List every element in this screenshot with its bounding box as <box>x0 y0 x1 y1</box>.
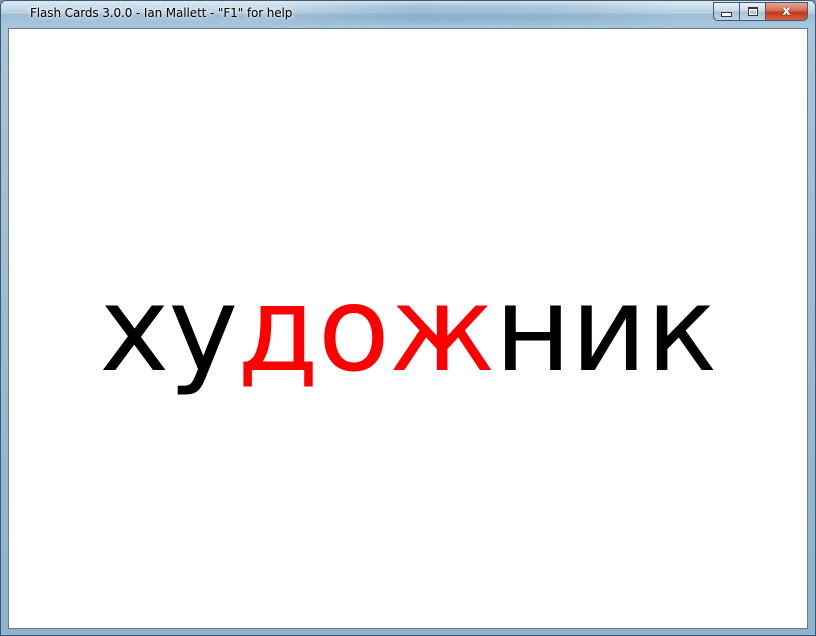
window-title: Flash Cards 3.0.0 - Ian Mallett - "F1" f… <box>30 6 293 20</box>
close-button[interactable]: x <box>765 2 808 21</box>
word-segment-highlight: дож <box>237 259 495 398</box>
app-window: Flash Cards 3.0.0 - Ian Mallett - "F1" f… <box>0 0 816 636</box>
flash-card-area[interactable]: ху дож ник <box>8 28 808 629</box>
title-bar[interactable]: Flash Cards 3.0.0 - Ian Mallett - "F1" f… <box>1 1 815 28</box>
window-controls: x <box>713 2 808 21</box>
minimize-button[interactable] <box>713 2 739 21</box>
flash-card-word: ху дож ник <box>9 29 807 628</box>
word-segment-end: ник <box>494 259 717 398</box>
maximize-button[interactable] <box>739 2 765 21</box>
title-bar-glass <box>271 3 671 23</box>
word-segment-start: ху <box>99 259 239 398</box>
minimize-icon <box>721 12 732 17</box>
close-icon: x <box>782 4 791 19</box>
maximize-icon <box>747 7 758 16</box>
